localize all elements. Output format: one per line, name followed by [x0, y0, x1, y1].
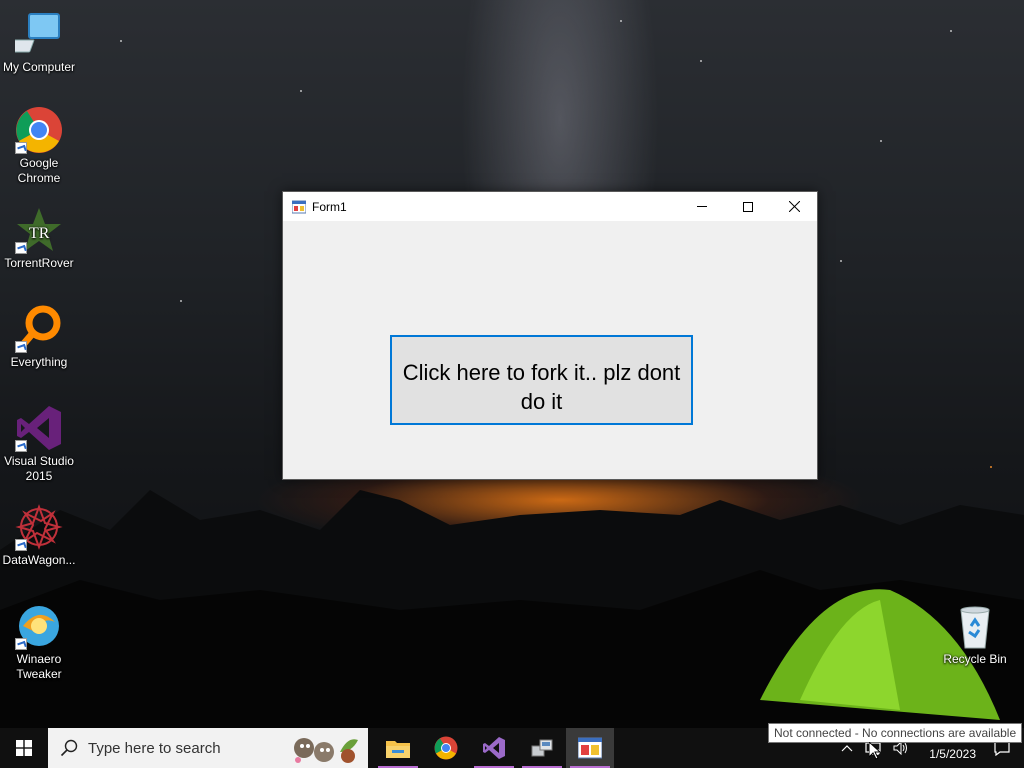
shortcut-arrow-icon [15, 539, 27, 551]
desktop-icon-label: Visual Studio 2015 [4, 454, 74, 483]
search-icon [60, 739, 78, 757]
form-app-icon [578, 737, 602, 759]
close-button[interactable] [771, 192, 817, 221]
taskbar-network-tool[interactable] [518, 728, 566, 768]
window-titlebar[interactable]: Form1 [283, 192, 817, 221]
desktop-icon-winaero-tweaker[interactable]: Winaero Tweaker [0, 602, 78, 682]
desktop-icon-recycle-bin[interactable]: Recycle Bin [936, 602, 1014, 667]
winaero-tweaker-icon [15, 602, 63, 650]
window-title: Form1 [312, 199, 347, 214]
network-tooltip: Not connected - No connections are avail… [768, 723, 1023, 743]
search-highlight-illustration-icon [294, 738, 358, 763]
datawagon-icon [15, 503, 63, 551]
desktop-icon-label: Everything [10, 355, 68, 369]
desktop-icon-google-chrome[interactable]: Google Chrome [0, 106, 78, 186]
shortcut-arrow-icon [15, 341, 27, 353]
shortcut-arrow-icon [15, 142, 27, 154]
shortcut-arrow-icon [15, 638, 27, 650]
visual-studio-icon [15, 404, 63, 452]
desktop-icon-label: Winaero Tweaker [16, 652, 62, 681]
desktop-icon-label: Google Chrome [17, 156, 61, 185]
windows-logo-icon [16, 740, 32, 756]
show-hidden-icons-button[interactable] [841, 744, 853, 752]
desktop-icon-label: TorrentRover [4, 256, 74, 270]
desktop-icon-torrentrover[interactable]: TR TorrentRover [0, 206, 78, 271]
minimize-icon [697, 206, 707, 207]
start-button[interactable] [0, 728, 48, 768]
taskbar-search-box[interactable]: Type here to search [48, 728, 368, 768]
close-icon [788, 201, 800, 212]
shortcut-arrow-icon [15, 440, 27, 452]
taskbar-chrome[interactable] [422, 728, 470, 768]
fork-button[interactable]: Click here to fork it.. plz dont do it [390, 335, 693, 425]
computer-icon [7, 10, 63, 58]
search-placeholder: Type here to search [88, 739, 221, 757]
desktop-icon-visual-studio[interactable]: Visual Studio 2015 [0, 404, 78, 484]
desktop-icon-my-computer[interactable]: My Computer [0, 10, 78, 75]
chrome-icon [15, 106, 63, 154]
date-text: 1/5/2023 [929, 747, 976, 761]
speaker-icon [893, 741, 908, 755]
chevron-up-icon [841, 745, 853, 752]
mouse-cursor-icon [869, 742, 881, 760]
minimize-button[interactable] [679, 192, 725, 221]
desktop-icon-label: Recycle Bin [943, 652, 1007, 666]
maximize-button[interactable] [725, 192, 771, 221]
form-app-icon [291, 200, 307, 214]
volume-button[interactable] [893, 741, 909, 755]
form1-window: Form1 Click here to fork it.. plz dont d… [282, 191, 818, 480]
file-explorer-icon [386, 741, 410, 758]
taskbar-form1[interactable] [566, 728, 614, 768]
network-tool-icon [531, 739, 553, 757]
visual-studio-icon [483, 737, 505, 759]
desktop-icon-datawagon[interactable]: DataWagon... [0, 503, 78, 568]
maximize-icon [743, 201, 753, 212]
chrome-icon [434, 736, 458, 760]
torrentrover-icon: TR [15, 206, 63, 254]
desktop-icon-label: My Computer [2, 60, 76, 74]
shortcut-arrow-icon [15, 242, 27, 254]
recycle-bin-icon [951, 602, 999, 650]
desktop-icon-everything[interactable]: Everything [0, 305, 78, 370]
everything-search-icon [15, 305, 63, 353]
desktop-icon-label: DataWagon... [2, 553, 76, 567]
taskbar-file-explorer[interactable] [374, 728, 422, 768]
taskbar-visual-studio[interactable] [470, 728, 518, 768]
svg-text:TR: TR [29, 225, 50, 242]
